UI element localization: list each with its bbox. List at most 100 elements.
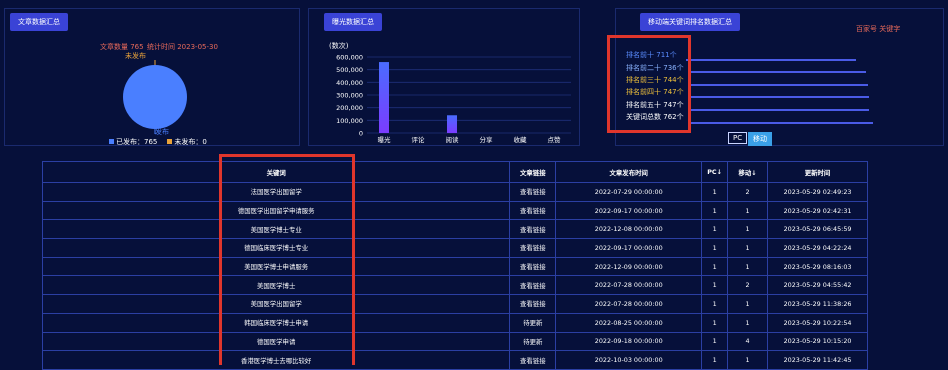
cell-link[interactable]: 查看链接 bbox=[509, 182, 557, 202]
bar-0 bbox=[379, 62, 389, 133]
rank-bar-total bbox=[690, 122, 873, 124]
y-tick-label: 400,000 bbox=[336, 79, 363, 87]
cell-mobile-rank: 4 bbox=[727, 331, 769, 352]
x-tick-label: 曝光 bbox=[378, 135, 392, 144]
exposure-summary-title: 曝光数据汇总 bbox=[324, 13, 382, 31]
cell-link[interactable]: 查看链接 bbox=[509, 238, 557, 258]
y-tick-label: 500,000 bbox=[336, 66, 363, 74]
rank-bar-top50 bbox=[690, 109, 869, 111]
cell-mobile-rank: 1 bbox=[727, 238, 769, 258]
cell-pc-rank: 1 bbox=[701, 350, 729, 370]
cell-mobile-rank: 1 bbox=[727, 294, 769, 314]
cell-mobile-rank: 1 bbox=[727, 200, 769, 221]
cell-link[interactable]: 查看链接 bbox=[509, 294, 557, 314]
cell-keyword: 德国临床医学博士专业 bbox=[41, 238, 511, 258]
x-tick-label: 收藏 bbox=[514, 135, 528, 144]
cell-mobile-rank: 1 bbox=[727, 256, 769, 277]
cell-link[interactable]: 查看链接 bbox=[509, 350, 557, 370]
cell-publish-time: 2022-10-03 00:00:00 bbox=[555, 350, 703, 370]
header-pc-sort[interactable]: PC↓ bbox=[701, 161, 729, 183]
cell-keyword: 美国医学博士 bbox=[41, 275, 511, 296]
cell-pc-rank: 1 bbox=[701, 294, 729, 314]
rank-bar-top40 bbox=[690, 96, 869, 98]
x-tick-label: 阅读 bbox=[446, 135, 460, 144]
cell-update-time: 2023-05-29 04:22:24 bbox=[767, 238, 868, 258]
cell-link[interactable]: 待更新 bbox=[509, 312, 557, 333]
cell-keyword: 美国医学出国留学 bbox=[41, 294, 511, 314]
rank-label-top10: 排名前十 711个 bbox=[626, 51, 677, 59]
cell-link[interactable]: 查看链接 bbox=[509, 256, 557, 277]
cell-update-time: 2023-05-29 08:16:03 bbox=[767, 256, 868, 277]
cell-mobile-rank: 1 bbox=[727, 350, 769, 370]
y-tick-label: 200,000 bbox=[336, 104, 363, 112]
cell-keyword: 德国医学申请 bbox=[41, 331, 511, 352]
cell-publish-time: 2022-07-28 00:00:00 bbox=[555, 275, 703, 296]
table-row: 香港医学博士去哪比较好 查看链接 2022-10-03 00:00:00 1 1… bbox=[41, 350, 868, 370]
cell-mobile-rank: 2 bbox=[727, 275, 769, 296]
table-row: 德国医学出国留学申请服务 查看链接 2022-09-17 00:00:00 1 … bbox=[41, 200, 868, 221]
cell-keyword: 美国医学博士专业 bbox=[41, 219, 511, 240]
table-row: 法国医学出国留学 查看链接 2022-07-29 00:00:00 1 2 20… bbox=[41, 182, 868, 202]
keyword-table: 关键词 文章链接 文章发布时间 PC↓ 移动↓ 更新时间 法国医学出国留学 查看… bbox=[41, 161, 868, 370]
header-mobile-sort[interactable]: 移动↓ bbox=[727, 161, 769, 183]
table-row: 美国医学博士 查看链接 2022-07-28 00:00:00 1 2 2023… bbox=[41, 275, 868, 296]
cell-publish-time: 2022-12-09 00:00:00 bbox=[555, 256, 703, 277]
rank-label-top50: 排名前五十 747个 bbox=[626, 101, 684, 109]
cell-link[interactable]: 查看链接 bbox=[509, 219, 557, 240]
cell-pc-rank: 1 bbox=[701, 182, 729, 202]
cell-link[interactable]: 查看链接 bbox=[509, 275, 557, 296]
rank-bar-top10 bbox=[686, 59, 856, 61]
cell-update-time: 2023-05-29 02:49:23 bbox=[767, 182, 868, 202]
cell-update-time: 2023-05-29 04:55:42 bbox=[767, 275, 868, 296]
legend-published: 已发布：765 bbox=[109, 137, 157, 147]
cell-keyword: 香港医学博士去哪比较好 bbox=[41, 350, 511, 370]
article-summary-panel: 文章数据汇总 文章数量 765 统计时间 2023-05-30 未发布 发布 已… bbox=[4, 8, 300, 146]
cell-update-time: 2023-05-29 11:42:45 bbox=[767, 350, 868, 370]
header-keyword: 关键词 bbox=[41, 161, 511, 183]
cell-mobile-rank: 1 bbox=[727, 312, 769, 333]
header-update-time: 更新时间 bbox=[767, 161, 868, 183]
table-row: 韩国临床医学博士申请 待更新 2022-08-25 00:00:00 1 1 2… bbox=[41, 312, 868, 333]
stat-time-text: 统计时间 2023-05-30 bbox=[147, 43, 218, 51]
cell-link[interactable]: 待更新 bbox=[509, 331, 557, 352]
cell-keyword: 美国医学博士申请服务 bbox=[41, 256, 511, 277]
cell-update-time: 2023-05-29 06:45:59 bbox=[767, 219, 868, 240]
cell-keyword: 法国医学出国留学 bbox=[41, 182, 511, 202]
legend-published-swatch bbox=[109, 139, 114, 144]
mobile-rank-title: 移动端关键词排名数据汇总 bbox=[640, 13, 740, 31]
cell-update-time: 2023-05-29 10:15:20 bbox=[767, 331, 868, 352]
tab-mobile[interactable]: 移动 bbox=[748, 132, 772, 146]
cell-update-time: 2023-05-29 02:42:31 bbox=[767, 200, 868, 221]
pie-slice-published bbox=[123, 65, 187, 129]
y-tick-label: 300,000 bbox=[336, 92, 363, 100]
rank-bar-top30 bbox=[690, 84, 868, 86]
x-tick-label: 分享 bbox=[480, 135, 494, 144]
x-tick-label: 点赞 bbox=[548, 135, 562, 144]
cell-publish-time: 2022-09-18 00:00:00 bbox=[555, 331, 703, 352]
cell-publish-time: 2022-07-28 00:00:00 bbox=[555, 294, 703, 314]
article-pie-chart bbox=[123, 60, 187, 134]
table-row: 德国医学申请 待更新 2022-09-18 00:00:00 1 4 2023-… bbox=[41, 331, 868, 352]
article-summary-title: 文章数据汇总 bbox=[10, 13, 68, 31]
legend-unpublished-swatch bbox=[167, 139, 173, 144]
cell-pc-rank: 1 bbox=[701, 275, 729, 296]
header-publish-time: 文章发布时间 bbox=[555, 161, 703, 183]
tab-pc[interactable]: PC bbox=[728, 132, 748, 144]
rank-label-top40: 排名前四十 747个 bbox=[626, 88, 684, 96]
mobile-rank-panel: 移动端关键词排名数据汇总 百家号 关键字 排名前十 711个 排名前二十 736… bbox=[615, 8, 944, 146]
cell-pc-rank: 1 bbox=[701, 238, 729, 258]
rank-bar-top20 bbox=[690, 71, 866, 73]
x-tick-label: 评论 bbox=[412, 135, 426, 144]
cell-pc-rank: 1 bbox=[701, 200, 729, 221]
cell-pc-rank: 1 bbox=[701, 331, 729, 352]
exposure-bar-chart: 600,000 500,000 400,000 300,000 200,000 100,0… bbox=[336, 54, 571, 144]
cell-pc-rank: 1 bbox=[701, 312, 729, 333]
published-callout-label: 发布 bbox=[155, 128, 169, 136]
header-article-link: 文章链接 bbox=[509, 161, 557, 183]
cell-link[interactable]: 查看链接 bbox=[509, 200, 557, 221]
cell-keyword: 韩国临床医学博士申请 bbox=[41, 312, 511, 333]
source-label: 百家号 关键字 bbox=[856, 25, 901, 33]
exposure-summary-panel: 曝光数据汇总 (数次) 600,000 500,000 400,000 300,000… bbox=[308, 8, 580, 146]
cell-update-time: 2023-05-29 10:22:54 bbox=[767, 312, 868, 333]
pie-legend: 已发布：765 未发布：0 bbox=[109, 137, 207, 147]
